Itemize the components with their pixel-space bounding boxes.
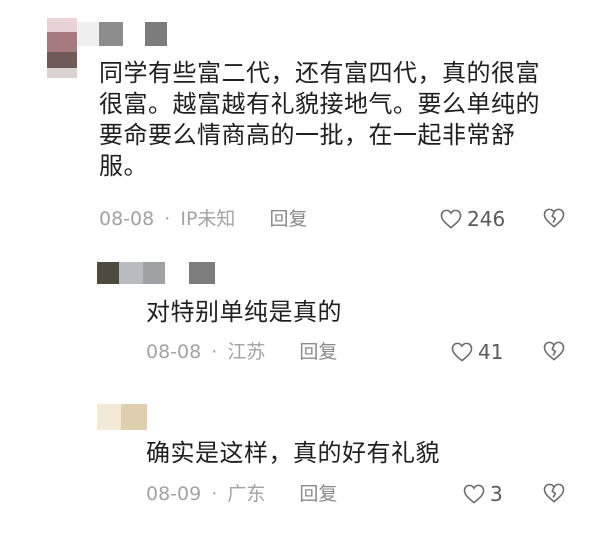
like-count: 3 bbox=[490, 482, 503, 506]
comment-meta: 08-08 · IP未知 回复 bbox=[99, 207, 307, 231]
comment-date: 08-08 bbox=[99, 208, 155, 230]
comment-text: 对特别单纯是真的 bbox=[146, 298, 342, 326]
dislike-button[interactable] bbox=[543, 208, 565, 232]
comment-date: 08-09 bbox=[146, 483, 202, 505]
dislike-button[interactable] bbox=[543, 483, 565, 507]
dislike-button[interactable] bbox=[543, 341, 565, 365]
reply-button[interactable]: 回复 bbox=[269, 208, 307, 230]
like-button[interactable]: 41 bbox=[451, 340, 503, 364]
reply-button[interactable]: 回复 bbox=[299, 483, 337, 505]
username[interactable] bbox=[77, 22, 167, 50]
like-count: 41 bbox=[478, 340, 504, 364]
heart-outline-icon bbox=[463, 484, 485, 504]
comment-location: IP未知 bbox=[180, 208, 236, 230]
comment-meta: 08-08 · 江苏 回复 bbox=[146, 340, 337, 364]
heart-outline-icon bbox=[440, 209, 462, 229]
broken-heart-icon bbox=[543, 341, 565, 361]
like-button[interactable]: 3 bbox=[463, 482, 503, 506]
comment-location: 江苏 bbox=[227, 341, 266, 363]
comment-date: 08-08 bbox=[146, 341, 202, 363]
avatar[interactable] bbox=[47, 18, 77, 78]
reply-button[interactable]: 回复 bbox=[299, 341, 337, 363]
meta-separator: · bbox=[164, 208, 171, 230]
comment-text: 同学有些富二代，还有富四代，真的很富 很富。越富越有礼貌接地气。要么单纯的 要命… bbox=[99, 59, 540, 180]
comment-text: 确实是这样，真的好有礼貌 bbox=[146, 439, 440, 467]
broken-heart-icon bbox=[543, 483, 565, 503]
meta-separator: · bbox=[211, 483, 218, 505]
heart-outline-icon bbox=[451, 342, 473, 362]
comment-location: 广东 bbox=[227, 483, 266, 505]
comment-meta: 08-09 · 广东 回复 bbox=[146, 482, 337, 506]
meta-separator: · bbox=[211, 341, 218, 363]
avatar[interactable] bbox=[97, 262, 215, 284]
like-count: 246 bbox=[467, 207, 506, 231]
broken-heart-icon bbox=[543, 208, 565, 228]
avatar[interactable] bbox=[97, 404, 147, 430]
like-button[interactable]: 246 bbox=[440, 207, 505, 231]
